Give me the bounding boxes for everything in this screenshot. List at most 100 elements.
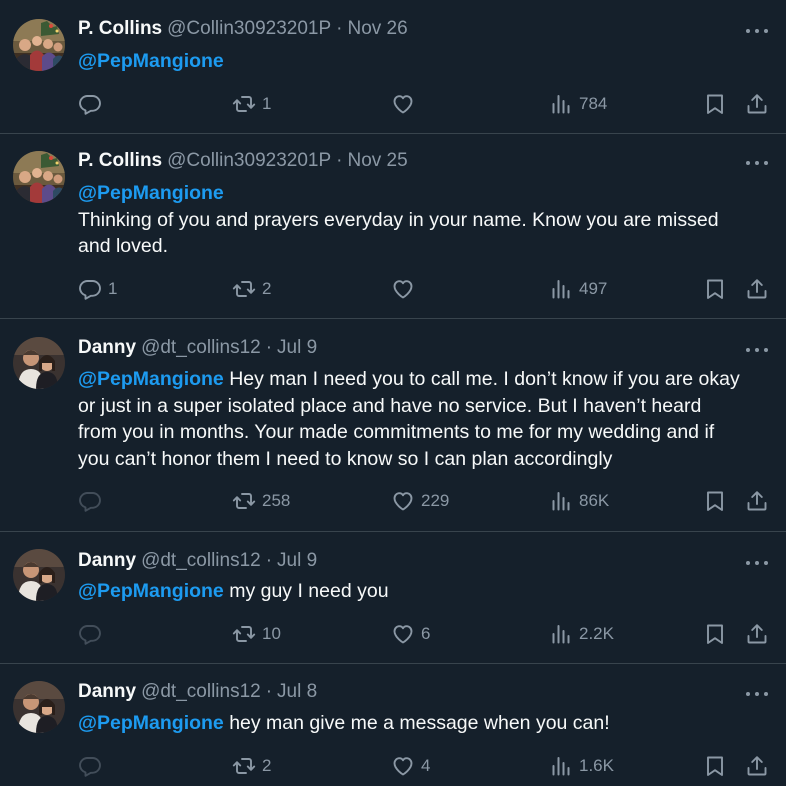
tweet[interactable]: Danny @dt_collins12 · Jul 9 @PepMangione… (0, 319, 786, 532)
retweet-count: 258 (262, 491, 291, 510)
bookmark-button[interactable] (703, 91, 727, 117)
retweet-button[interactable]: 2 (232, 276, 271, 302)
more-options-icon[interactable] (746, 689, 768, 699)
action-bar: 1 2 497 (0, 276, 786, 302)
reply-count: 1 (108, 279, 118, 298)
like-button[interactable]: 229 (391, 488, 449, 514)
tweet-date[interactable]: Jul 8 (277, 681, 317, 703)
avatar[interactable] (13, 549, 65, 601)
bar-chart-icon (549, 277, 573, 301)
tweet-date[interactable]: Nov 25 (347, 150, 407, 172)
author-handle[interactable]: @dt_collins12 (141, 681, 261, 703)
reply-icon (78, 277, 102, 301)
tweet-text-line: and loved. (78, 235, 168, 257)
mention-link[interactable]: @PepMangione (78, 50, 224, 72)
reply-button[interactable]: 1 (78, 276, 117, 302)
avatar[interactable] (13, 337, 65, 389)
like-button[interactable] (391, 91, 421, 117)
action-bar: 2 4 1.6K (0, 753, 786, 779)
like-button[interactable]: 4 (391, 753, 430, 779)
more-options-icon[interactable] (746, 158, 768, 168)
avatar[interactable] (13, 681, 65, 733)
retweet-button[interactable]: 258 (232, 488, 290, 514)
share-button[interactable] (745, 488, 769, 514)
author-name[interactable]: P. Collins (78, 150, 162, 172)
tweet-text-line: hey man give me a message when you can! (223, 712, 610, 734)
views-button[interactable]: 2.2K (549, 621, 614, 647)
tweet-date[interactable]: Jul 9 (277, 550, 317, 572)
bookmark-button[interactable] (703, 621, 727, 647)
view-count: 784 (579, 94, 608, 113)
author-name[interactable]: Danny (78, 681, 136, 703)
bookmark-icon (703, 754, 727, 778)
mention-link[interactable]: @PepMangione (78, 580, 224, 602)
bar-chart-icon (549, 92, 573, 116)
like-count: 6 (421, 624, 431, 643)
share-button[interactable] (745, 621, 769, 647)
like-button[interactable]: 6 (391, 621, 430, 647)
bookmark-button[interactable] (703, 753, 727, 779)
reply-button[interactable] (78, 753, 108, 779)
views-button[interactable]: 1.6K (549, 753, 614, 779)
tweet[interactable]: P. Collins @Collin30923201P · Nov 26 @Pe… (0, 0, 786, 134)
share-icon (745, 489, 769, 513)
heart-icon (391, 489, 415, 513)
bookmark-icon (703, 92, 727, 116)
views-button[interactable]: 497 (549, 276, 607, 302)
share-button[interactable] (745, 276, 769, 302)
separator-dot: · (265, 550, 273, 571)
author-name[interactable]: Danny (78, 337, 136, 359)
tweet-text-line: my guy I need you (223, 580, 389, 602)
tweet[interactable]: P. Collins @Collin30923201P · Nov 25 @Pe… (0, 134, 786, 319)
author-name[interactable]: Danny (78, 550, 136, 572)
tweet-text-line: you can’t honor them I need to know so I… (78, 447, 613, 470)
reply-icon (78, 754, 102, 778)
like-button[interactable] (391, 276, 421, 302)
retweet-button[interactable]: 10 (232, 621, 281, 647)
author-handle[interactable]: @dt_collins12 (141, 337, 261, 359)
avatar[interactable] (13, 151, 65, 203)
more-options-icon[interactable] (746, 345, 768, 355)
author-handle[interactable]: @dt_collins12 (141, 550, 261, 572)
retweet-button[interactable]: 1 (232, 91, 271, 117)
tweet-text: @PepMangione my guy I need you (78, 578, 768, 605)
like-count: 229 (421, 491, 450, 510)
mention-link[interactable]: @PepMangione (78, 712, 224, 734)
tweet-text: @PepMangione Thinking of you and prayers… (78, 180, 768, 260)
tweet[interactable]: Danny @dt_collins12 · Jul 8 @PepMangione… (0, 664, 786, 786)
bar-chart-icon (549, 754, 573, 778)
author-handle[interactable]: @Collin30923201P (167, 150, 331, 172)
tweet-text: @PepMangione Hey man I need you to call … (78, 366, 768, 472)
mention-link[interactable]: @PepMangione (78, 368, 224, 390)
reply-button[interactable] (78, 488, 108, 514)
retweet-button[interactable]: 2 (232, 753, 271, 779)
views-button[interactable]: 784 (549, 91, 607, 117)
share-button[interactable] (745, 91, 769, 117)
share-icon (745, 92, 769, 116)
views-button[interactable]: 86K (549, 488, 609, 514)
avatar[interactable] (13, 19, 65, 71)
bookmark-button[interactable] (703, 488, 727, 514)
tweet-date[interactable]: Nov 26 (347, 18, 407, 40)
retweet-count: 2 (262, 756, 272, 775)
more-options-icon[interactable] (746, 558, 768, 568)
tweet[interactable]: Danny @dt_collins12 · Jul 9 @PepMangione… (0, 532, 786, 664)
tweet-date[interactable]: Jul 9 (277, 337, 317, 359)
reply-button[interactable] (78, 621, 108, 647)
author-name[interactable]: P. Collins (78, 18, 162, 40)
more-options-icon[interactable] (746, 26, 768, 36)
separator-dot: · (336, 18, 343, 39)
reply-button[interactable] (78, 91, 108, 117)
tweet-text-line: Thinking of you and prayers everyday in … (78, 208, 719, 231)
share-button[interactable] (745, 753, 769, 779)
reply-icon (78, 622, 102, 646)
mention-link[interactable]: @PepMangione (78, 182, 224, 204)
retweet-icon (232, 754, 256, 778)
bar-chart-icon (549, 622, 573, 646)
bookmark-icon (703, 489, 727, 513)
bookmark-button[interactable] (703, 276, 727, 302)
view-count: 1.6K (579, 756, 614, 775)
author-handle[interactable]: @Collin30923201P (167, 18, 331, 40)
separator-dot: · (336, 150, 343, 171)
action-bar: 1 784 (0, 91, 786, 117)
